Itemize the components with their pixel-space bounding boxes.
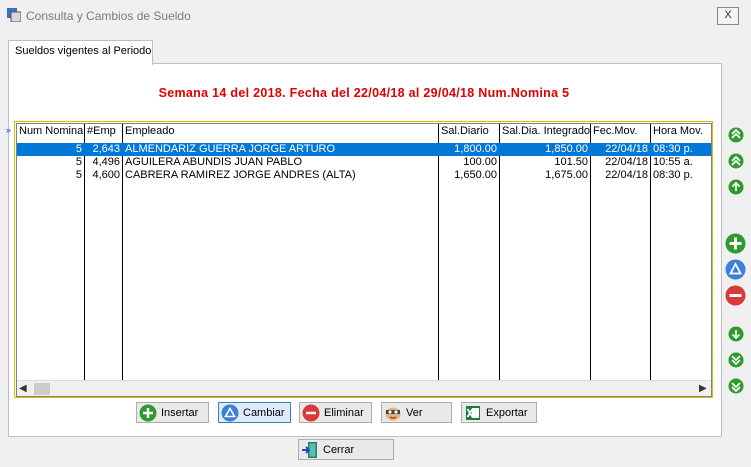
cell-sal-integrado: 101.50 (554, 156, 588, 168)
header-sal-diario[interactable]: Sal.Diario (439, 125, 499, 138)
table-row[interactable]: 5 2,643 ALMENDARIZ GUERRA JORGE ARTURO 1… (17, 143, 711, 156)
cell-hora-mov: 08:30 p. (653, 169, 693, 181)
cell-fec-mov: 22/04/18 (605, 156, 648, 168)
ver-button[interactable]: Ver (381, 402, 452, 423)
cell-fec-mov: 22/04/18 (605, 143, 648, 155)
period-heading: Semana 14 del 2018. Fecha del 22/04/18 a… (158, 86, 570, 100)
move-page-down-icon[interactable] (728, 352, 744, 368)
scroll-thumb[interactable] (34, 383, 50, 395)
header-fec-mov[interactable]: Fec.Mov. (591, 125, 650, 138)
move-last-icon[interactable] (728, 378, 744, 394)
cell-hora-mov: 08:30 p. (653, 143, 693, 155)
title-bar: Consulta y Cambios de Sueldo X (0, 0, 751, 30)
exportar-button[interactable]: Exportar (461, 402, 537, 423)
grid-header: Num Nomina #Emp Empleado Sal.Diario Sal.… (17, 125, 711, 138)
cell-sal-diario: 100.00 (463, 156, 497, 168)
cell-emp: 4,600 (92, 169, 120, 181)
table-row[interactable]: 5 4,600 CABRERA RAMIREZ JORGE ANDRES (AL… (17, 169, 711, 182)
cell-emp: 4,496 (92, 156, 120, 168)
minus-icon (302, 404, 320, 422)
header-hora-mov[interactable]: Hora Mov. (651, 125, 711, 138)
eliminar-button[interactable]: Eliminar (299, 402, 372, 423)
window-title: Consulta y Cambios de Sueldo (26, 9, 191, 23)
cell-sal-integrado: 1,850.00 (545, 143, 588, 155)
triangle-edit-icon (221, 404, 239, 422)
plus-icon (139, 404, 157, 422)
cerrar-label: Cerrar (323, 444, 355, 456)
move-up-icon[interactable] (728, 179, 744, 195)
tab-sueldos-vigentes[interactable]: Sueldos vigentes al Periodo (8, 40, 153, 65)
cell-num-nomina: 5 (75, 156, 82, 168)
horizontal-scrollbar[interactable]: ◀ ▶ (17, 380, 711, 396)
header-sal-integrado[interactable]: Sal.Dia. Integrado (500, 125, 590, 138)
cell-empleado: CABRERA RAMIREZ JORGE ANDRES (ALTA) (125, 169, 356, 181)
delete-record-icon[interactable] (725, 285, 746, 306)
ver-label: Ver (406, 407, 423, 419)
header-emp[interactable]: #Emp (85, 125, 122, 138)
cell-emp: 2,643 (92, 143, 120, 155)
scroll-right-icon[interactable]: ▶ (699, 383, 707, 394)
cerrar-button[interactable]: Cerrar (298, 439, 394, 460)
insertar-button[interactable]: Insertar (136, 402, 209, 423)
row-indicator-icon: » (6, 125, 12, 135)
move-down-icon[interactable] (728, 326, 744, 342)
table-row[interactable]: 5 4,496 AGUILERA ABUNDIS JUAN PABLO 100.… (17, 156, 711, 169)
view-face-icon (385, 407, 401, 421)
header-num-nomina[interactable]: Num Nomina (17, 125, 84, 138)
edit-record-icon[interactable] (725, 259, 746, 280)
close-icon: X (724, 9, 732, 21)
move-first-icon[interactable] (728, 127, 744, 143)
cell-sal-diario: 1,800.00 (454, 143, 497, 155)
insertar-label: Insertar (161, 407, 199, 419)
cell-fec-mov: 22/04/18 (605, 169, 648, 181)
exit-door-icon (302, 442, 317, 458)
excel-icon (466, 406, 480, 420)
move-page-up-icon[interactable] (728, 153, 744, 169)
scroll-left-icon[interactable]: ◀ (19, 383, 27, 394)
cambiar-button[interactable]: Cambiar (218, 402, 291, 423)
tab-label: Sueldos vigentes al Periodo (15, 45, 152, 57)
grid-body[interactable]: Num Nomina #Emp Empleado Sal.Diario Sal.… (16, 123, 712, 397)
eliminar-label: Eliminar (324, 407, 364, 419)
cell-empleado: AGUILERA ABUNDIS JUAN PABLO (125, 156, 303, 168)
cell-num-nomina: 5 (75, 169, 82, 181)
cell-empleado: ALMENDARIZ GUERRA JORGE ARTURO (125, 143, 336, 155)
add-record-icon[interactable] (725, 233, 746, 254)
app-icon (7, 8, 21, 22)
salary-grid: Num Nomina #Emp Empleado Sal.Diario Sal.… (14, 121, 713, 398)
cell-sal-diario: 1,650.00 (454, 169, 497, 181)
header-empleado[interactable]: Empleado (123, 125, 438, 138)
cell-hora-mov: 10:55 a. (653, 156, 693, 168)
cambiar-label: Cambiar (243, 407, 285, 419)
exportar-label: Exportar (486, 407, 528, 419)
cell-num-nomina: 5 (75, 143, 82, 155)
close-button[interactable]: X (717, 7, 739, 25)
cell-sal-integrado: 1,675.00 (545, 169, 588, 181)
